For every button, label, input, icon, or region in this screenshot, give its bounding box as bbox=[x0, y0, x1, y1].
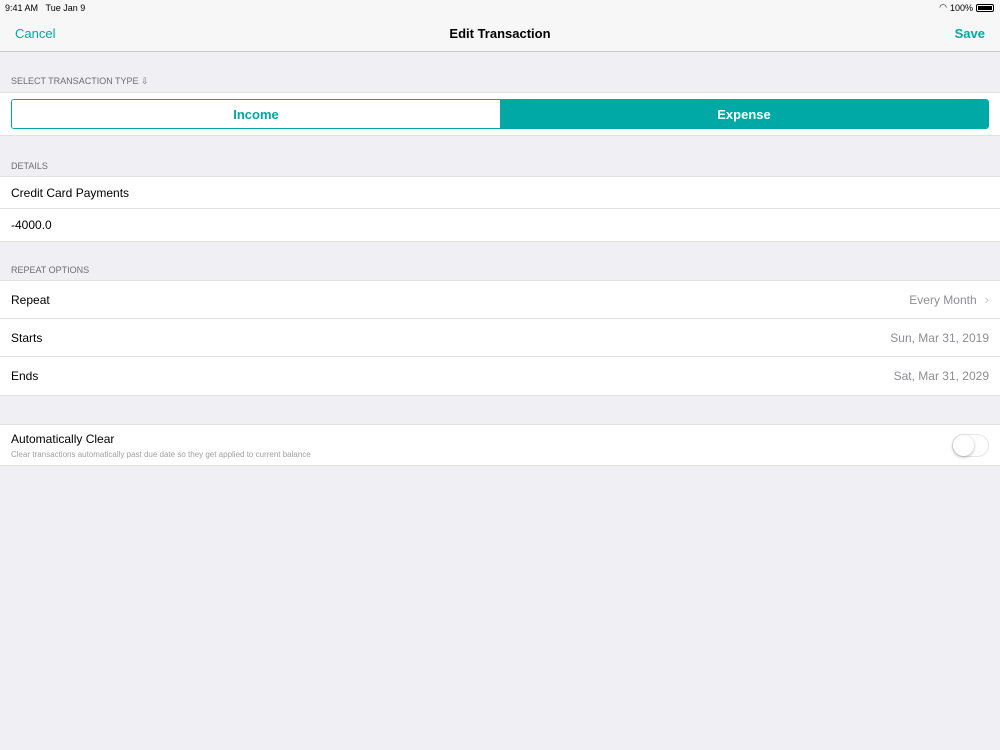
section-header-repeat: REPEAT OPTIONS bbox=[11, 265, 90, 275]
segment-expense[interactable]: Expense bbox=[500, 100, 988, 128]
auto-clear-label: Automatically Clear bbox=[11, 432, 115, 446]
auto-clear-description: Clear transactions automatically past du… bbox=[11, 450, 311, 459]
toggle-knob bbox=[953, 435, 974, 456]
repeat-group: Repeat Every Month › Starts Sun, Mar 31, 20… bbox=[0, 280, 1000, 396]
section-header-type: SELECT TRANSACTION TYPE ⇩ bbox=[11, 76, 149, 86]
chevron-right-icon: › bbox=[984, 292, 989, 307]
ends-row[interactable]: Ends Sat, Mar 31, 2029 bbox=[0, 357, 1000, 395]
repeat-label: Repeat bbox=[11, 292, 50, 307]
auto-clear-toggle[interactable] bbox=[952, 434, 989, 457]
ends-label: Ends bbox=[11, 369, 39, 383]
starts-value: Sun, Mar 31, 2019 bbox=[890, 330, 989, 345]
repeat-value: Every Month bbox=[909, 292, 977, 307]
status-right: ◠ 100% bbox=[939, 2, 994, 13]
time: 9:41 AM bbox=[5, 3, 39, 13]
auto-clear-row: Automatically Clear Clear transactions a… bbox=[0, 424, 1000, 466]
transaction-type-segmented-control: Income Expense bbox=[11, 99, 989, 129]
page-title: Edit Transaction bbox=[449, 26, 551, 41]
starts-row[interactable]: Starts Sun, Mar 31, 2019 bbox=[0, 319, 1000, 357]
navigation-bar: Cancel Edit Transaction Save bbox=[0, 16, 1000, 52]
save-button[interactable]: Save bbox=[955, 26, 985, 41]
starts-label: Starts bbox=[11, 330, 43, 345]
name-field[interactable]: Credit Card Payments bbox=[0, 177, 1000, 209]
amount-field[interactable]: -4000.0 bbox=[0, 209, 1000, 241]
battery-icon bbox=[976, 3, 994, 12]
status-bar: 9:41 AM Tue Jan 9 ◠ 100% bbox=[0, 0, 1000, 16]
amount-value[interactable]: -4000.0 bbox=[11, 218, 52, 232]
segment-income[interactable]: Income bbox=[12, 100, 500, 128]
ends-value: Sat, Mar 31, 2029 bbox=[893, 369, 989, 383]
battery-percent: 100% bbox=[949, 2, 973, 13]
repeat-row[interactable]: Repeat Every Month › bbox=[0, 281, 1000, 319]
details-group: Credit Card Payments -4000.0 bbox=[0, 176, 1000, 242]
transaction-type-group: Income Expense bbox=[0, 92, 1000, 136]
name-value[interactable]: Credit Card Payments bbox=[11, 186, 129, 200]
section-header-details: DETAILS bbox=[11, 161, 48, 171]
wifi-icon: ◠ bbox=[939, 2, 947, 12]
status-time: 9:41 AM Tue Jan 9 bbox=[5, 3, 85, 13]
date: Tue Jan 9 bbox=[45, 3, 86, 13]
